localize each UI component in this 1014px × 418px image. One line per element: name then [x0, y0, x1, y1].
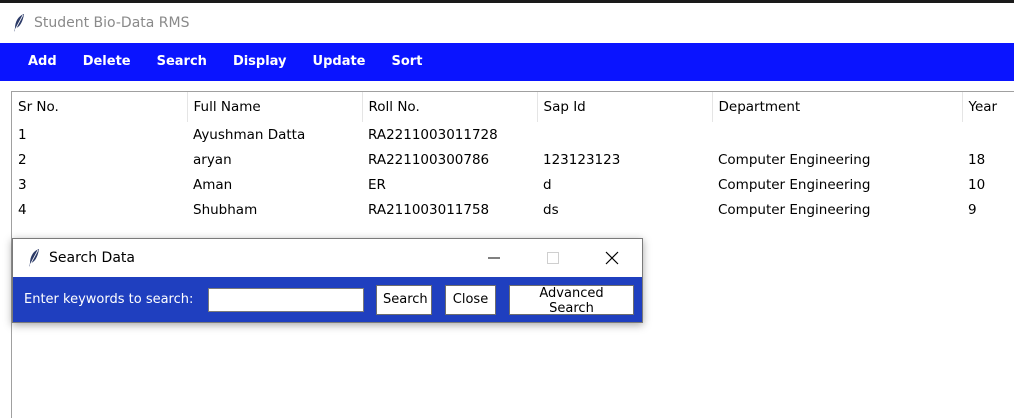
search-label: Enter keywords to search: [24, 292, 194, 307]
menu-add[interactable]: Add [14, 43, 70, 81]
menu-sort[interactable]: Sort [379, 43, 436, 81]
column-header-sap-id[interactable]: Sap Id [537, 92, 713, 122]
cell-year: 18 [968, 151, 986, 168]
cell-sap-id [537, 122, 712, 147]
cell-full-name: aryan [193, 151, 232, 168]
table-header-row: Sr No. Full Name Roll No. Sap Id Departm… [12, 92, 1014, 122]
column-header-department[interactable]: Department [712, 92, 963, 122]
column-header-full-name[interactable]: Full Name [187, 92, 363, 122]
feather-icon [14, 14, 24, 32]
menu-search[interactable]: Search [144, 43, 220, 81]
menu-display[interactable]: Display [220, 43, 300, 81]
dialog-body: Enter keywords to search: Search Close A… [13, 277, 642, 322]
close-button[interactable]: Close [445, 284, 496, 315]
search-input[interactable] [208, 287, 364, 312]
table-row[interactable]: 4 Shubham RA211003011758 ds Computer Eng… [12, 197, 1014, 222]
table-row[interactable]: 3 Aman ER d Computer Engineering 10 [12, 172, 1014, 197]
cell-roll-no: RA2211003011728 [368, 126, 498, 143]
column-header-roll-no[interactable]: Roll No. [362, 92, 538, 122]
cell-department: Computer Engineering [718, 201, 871, 218]
menu-bar: Add Delete Search Display Update Sort [0, 43, 1014, 81]
column-header-year[interactable]: Year [962, 92, 1014, 122]
search-dialog: Search Data Enter keywords to search: Se… [12, 238, 643, 323]
cell-sap-id: d [543, 176, 552, 193]
window-title: Student Bio-Data RMS [34, 15, 190, 31]
table-row[interactable]: 1 Ayushman Datta RA2211003011728 [12, 122, 1014, 147]
dialog-title-bar[interactable]: Search Data [13, 239, 642, 277]
menu-update[interactable]: Update [300, 43, 379, 81]
advanced-search-button[interactable]: Advanced Search [509, 284, 634, 316]
cell-full-name: Ayushman Datta [193, 126, 306, 143]
cell-roll-no: RA211003011758 [368, 201, 490, 218]
cell-sr-no: 2 [18, 151, 27, 168]
cell-sr-no: 4 [18, 201, 27, 218]
cell-department: Computer Engineering [718, 176, 871, 193]
cell-year [962, 122, 1014, 147]
cell-department [712, 122, 962, 147]
table-row[interactable]: 2 aryan RA221100300786 123123123 Compute… [12, 147, 1014, 172]
title-bar: Student Bio-Data RMS [0, 3, 1014, 43]
cell-year: 9 [968, 201, 977, 218]
cell-full-name: Shubham [193, 201, 258, 218]
menu-delete[interactable]: Delete [70, 43, 144, 81]
cell-sap-id: ds [543, 201, 559, 218]
maximize-icon [530, 239, 576, 277]
cell-sap-id: 123123123 [543, 151, 621, 168]
cell-department: Computer Engineering [718, 151, 871, 168]
cell-sr-no: 3 [18, 176, 27, 193]
cell-full-name: Aman [193, 176, 233, 193]
cell-year: 10 [968, 176, 986, 193]
minimize-icon[interactable] [471, 239, 517, 277]
cell-roll-no: RA221100300786 [368, 151, 490, 168]
dialog-title: Search Data [49, 250, 135, 266]
close-icon[interactable] [589, 239, 635, 277]
cell-roll-no: ER [368, 176, 386, 193]
feather-icon [29, 249, 39, 267]
column-header-sr-no[interactable]: Sr No. [12, 92, 188, 122]
cell-sr-no: 1 [18, 126, 27, 143]
search-button[interactable]: Search [376, 284, 432, 315]
